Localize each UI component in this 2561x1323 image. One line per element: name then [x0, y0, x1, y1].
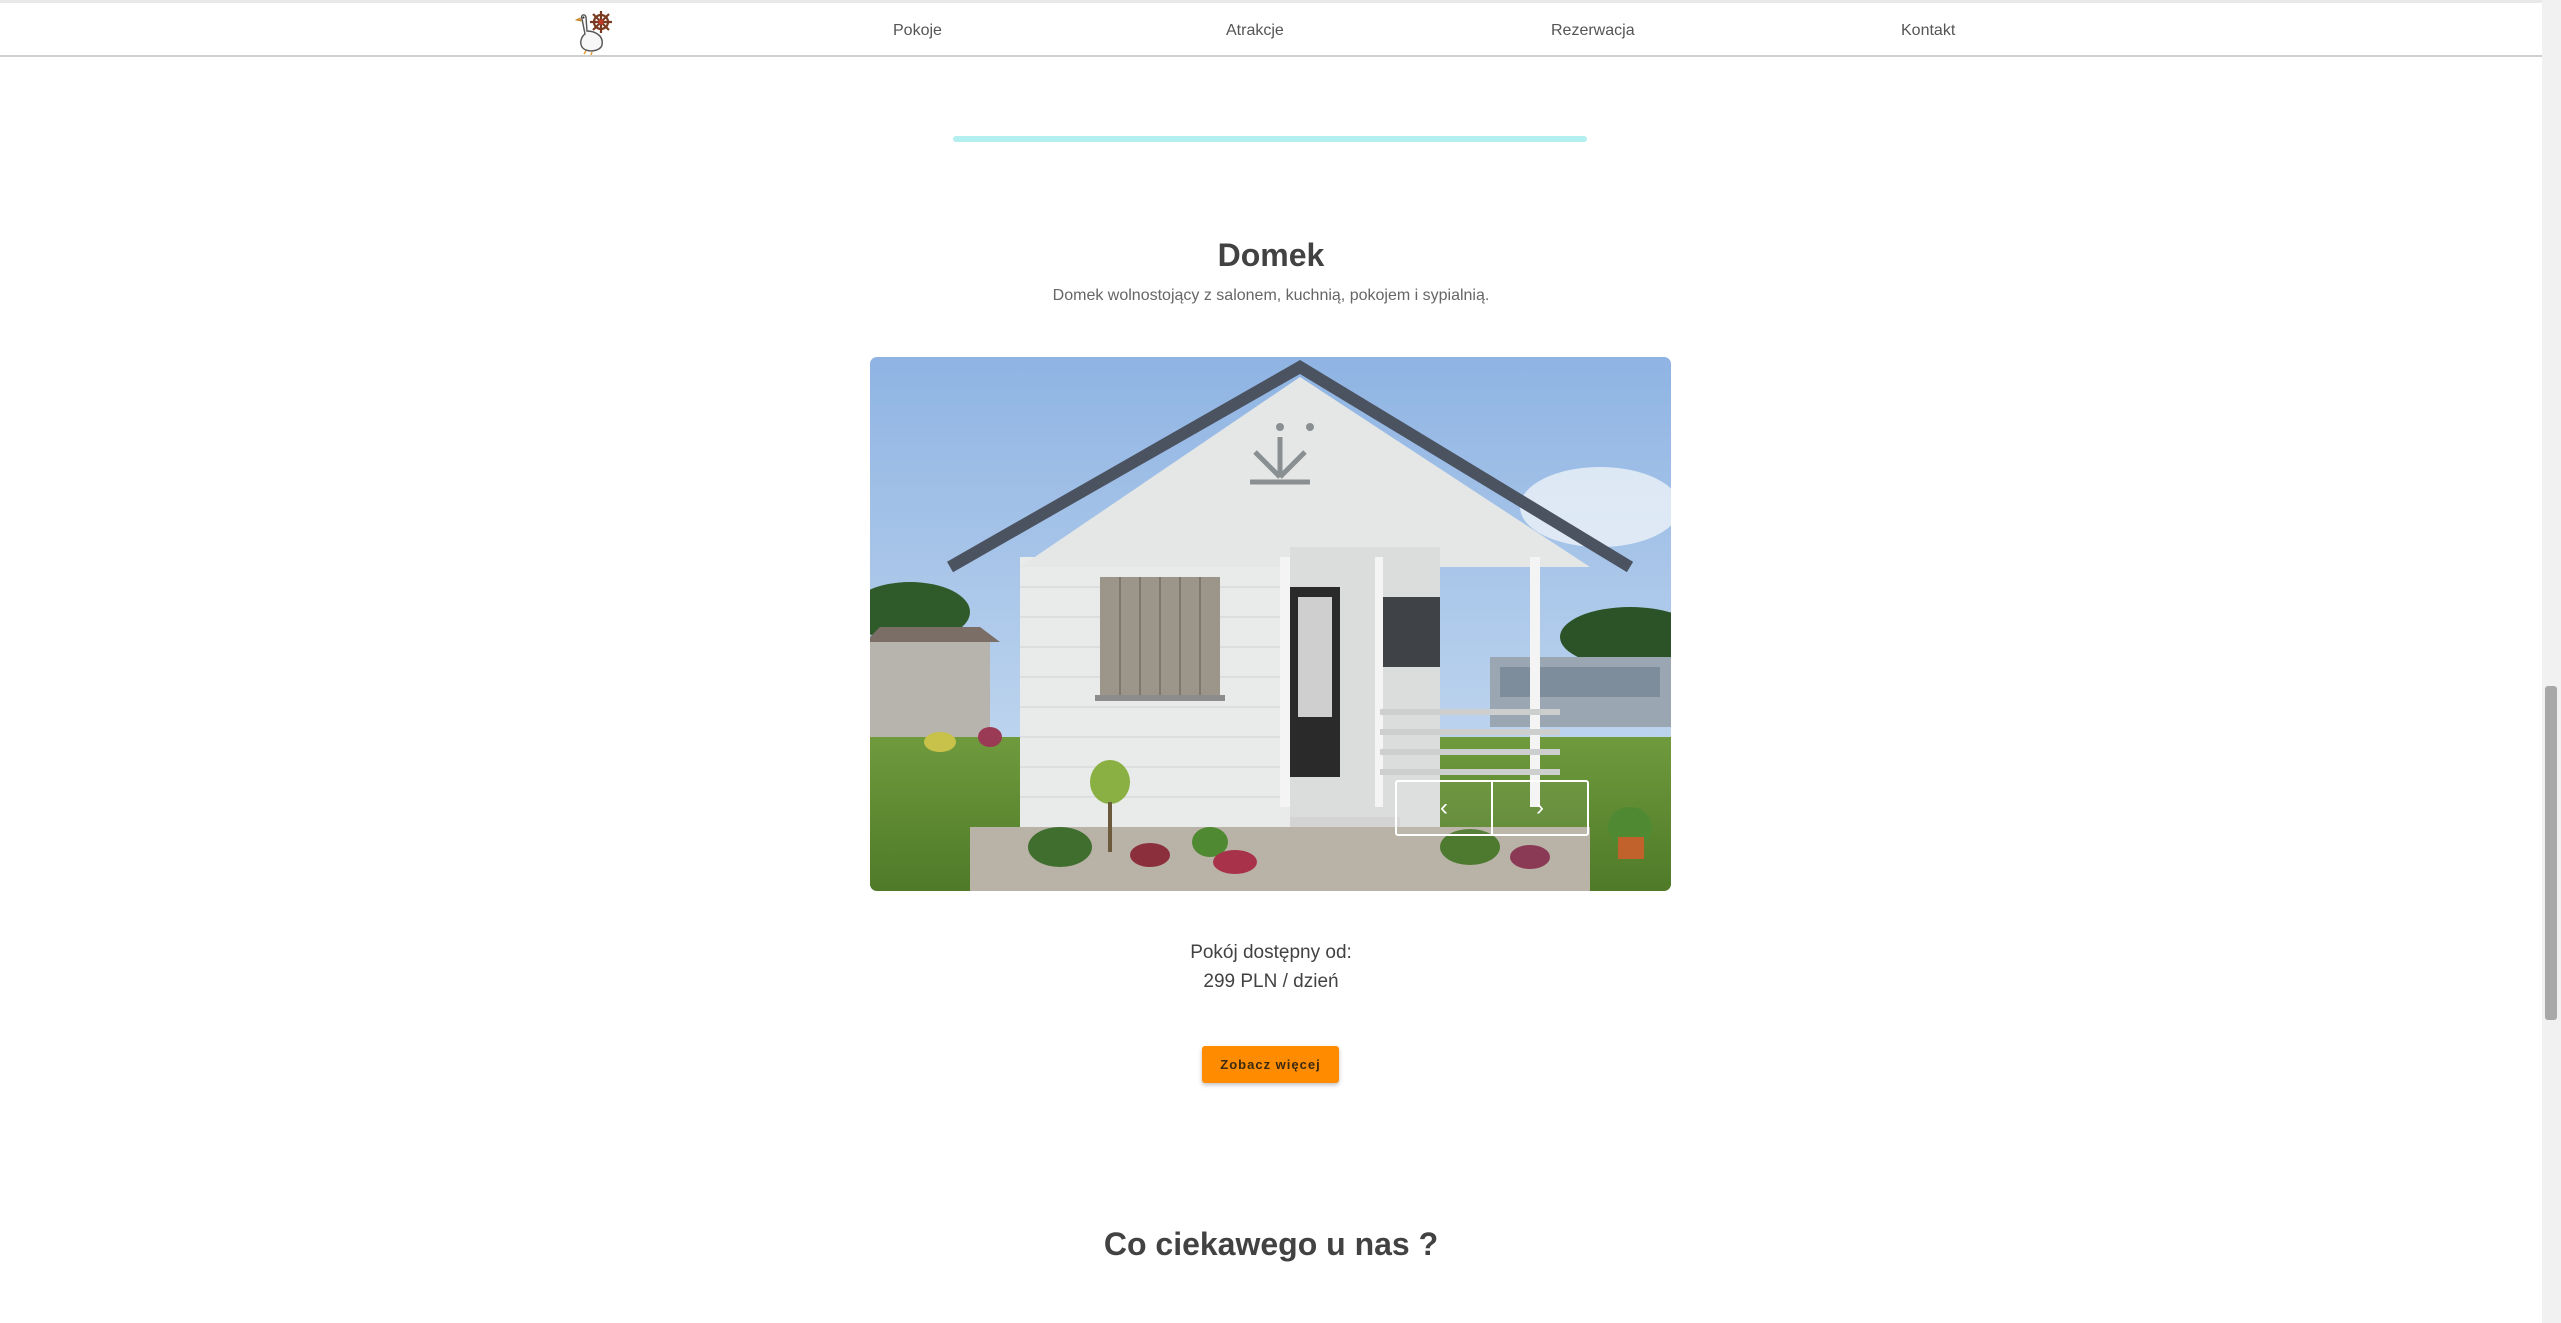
- page-scrollbar-track[interactable]: [2542, 0, 2561, 1323]
- chevron-right-icon: ›: [1536, 794, 1544, 821]
- nav-link-rezerwacja[interactable]: Rezerwacja: [1551, 22, 1635, 40]
- room-description: Domek wolnostojący z salonem, kuchnią, p…: [1052, 287, 1490, 304]
- chevron-left-icon: ‹: [1440, 794, 1448, 821]
- carousel-controls: ‹ ›: [1395, 780, 1589, 836]
- see-more-button[interactable]: Zobacz więcej: [1202, 1046, 1339, 1083]
- room-title: Domek: [1217, 237, 1325, 273]
- room-image-carousel[interactable]: ‹ ›: [870, 357, 1671, 891]
- price-label: Pokój dostępny od:: [1190, 942, 1352, 963]
- carousel-prev-button[interactable]: ‹: [1397, 782, 1493, 834]
- nav-link-pokoje[interactable]: Pokoje: [893, 22, 942, 40]
- site-logo-icon[interactable]: [574, 9, 620, 56]
- page-scrollbar-thumb[interactable]: [2545, 686, 2557, 1020]
- section-title-attractions: Co ciekawego u nas ?: [1103, 1226, 1439, 1262]
- price-value: 299 PLN / dzień: [1203, 971, 1339, 992]
- nav-link-atrakcje[interactable]: Atrakcje: [1226, 22, 1284, 40]
- page: Pokoje Atrakcje Rezerwacja Kontakt Domek…: [0, 0, 2561, 1323]
- top-navbar: Pokoje Atrakcje Rezerwacja Kontakt: [0, 0, 2542, 57]
- carousel-next-button[interactable]: ›: [1493, 782, 1587, 834]
- nav-link-kontakt[interactable]: Kontakt: [1901, 22, 1955, 40]
- section-divider: [953, 136, 1587, 142]
